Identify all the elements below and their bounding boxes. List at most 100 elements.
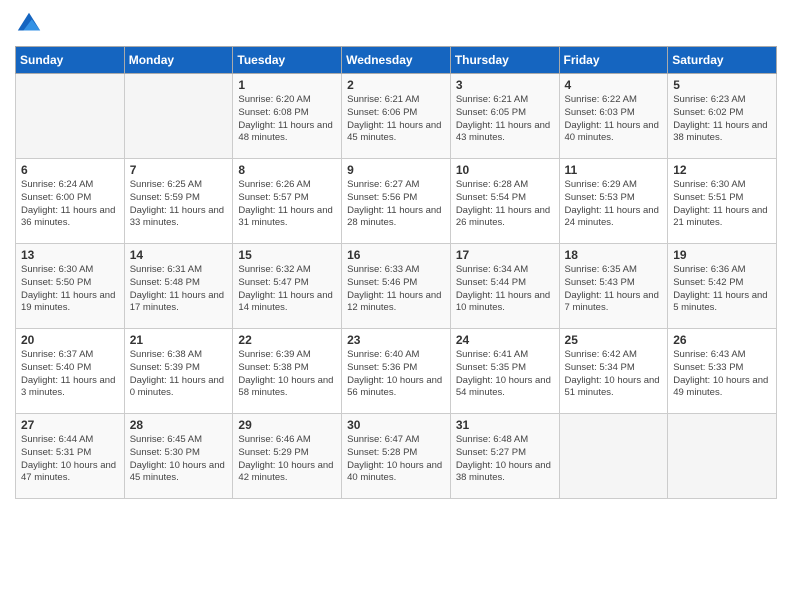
day-info: Sunrise: 6:22 AM Sunset: 6:03 PM Dayligh… [565,94,663,145]
day-number: 30 [347,418,445,432]
day-info: Sunrise: 6:28 AM Sunset: 5:54 PM Dayligh… [456,179,554,230]
day-info: Sunrise: 6:24 AM Sunset: 6:00 PM Dayligh… [21,179,119,230]
day-number: 17 [456,248,554,262]
day-info: Sunrise: 6:39 AM Sunset: 5:38 PM Dayligh… [238,349,336,400]
day-number: 12 [673,163,771,177]
calendar-body: 1 Sunrise: 6:20 AM Sunset: 6:08 PM Daylig… [16,74,777,499]
day-number: 24 [456,333,554,347]
calendar-cell: 10 Sunrise: 6:28 AM Sunset: 5:54 PM Dayli… [450,159,559,244]
calendar-table: SundayMondayTuesdayWednesdayThursdayFrid… [15,46,777,499]
day-number: 5 [673,78,771,92]
calendar-cell: 19 Sunrise: 6:36 AM Sunset: 5:42 PM Dayli… [668,244,777,329]
logo-icon [15,10,43,38]
day-info: Sunrise: 6:38 AM Sunset: 5:39 PM Dayligh… [130,349,228,400]
day-number: 11 [565,163,663,177]
calendar-cell: 18 Sunrise: 6:35 AM Sunset: 5:43 PM Dayli… [559,244,668,329]
calendar-cell: 20 Sunrise: 6:37 AM Sunset: 5:40 PM Dayli… [16,329,125,414]
calendar-cell [559,414,668,499]
day-info: Sunrise: 6:41 AM Sunset: 5:35 PM Dayligh… [456,349,554,400]
day-info: Sunrise: 6:37 AM Sunset: 5:40 PM Dayligh… [21,349,119,400]
day-info: Sunrise: 6:42 AM Sunset: 5:34 PM Dayligh… [565,349,663,400]
day-number: 19 [673,248,771,262]
day-info: Sunrise: 6:27 AM Sunset: 5:56 PM Dayligh… [347,179,445,230]
day-info: Sunrise: 6:23 AM Sunset: 6:02 PM Dayligh… [673,94,771,145]
day-number: 18 [565,248,663,262]
col-header-saturday: Saturday [668,47,777,74]
day-number: 13 [21,248,119,262]
calendar-cell: 13 Sunrise: 6:30 AM Sunset: 5:50 PM Dayli… [16,244,125,329]
day-info: Sunrise: 6:21 AM Sunset: 6:05 PM Dayligh… [456,94,554,145]
calendar-cell: 23 Sunrise: 6:40 AM Sunset: 5:36 PM Dayli… [342,329,451,414]
day-number: 31 [456,418,554,432]
calendar-cell: 21Sunrise: 6:38 AM Sunset: 5:39 PM Dayli… [124,329,233,414]
calendar-cell [124,74,233,159]
day-info: Sunrise: 6:20 AM Sunset: 6:08 PM Dayligh… [238,94,336,145]
col-header-sunday: Sunday [16,47,125,74]
calendar-cell: 30 Sunrise: 6:47 AM Sunset: 5:28 PM Dayli… [342,414,451,499]
calendar-cell: 2Sunrise: 6:21 AM Sunset: 6:06 PM Daylig… [342,74,451,159]
calendar-cell: 9 Sunrise: 6:27 AM Sunset: 5:56 PM Daylig… [342,159,451,244]
calendar-cell: 11 Sunrise: 6:29 AM Sunset: 5:53 PM Dayli… [559,159,668,244]
day-info: Sunrise: 6:47 AM Sunset: 5:28 PM Dayligh… [347,434,445,485]
calendar-cell: 26 Sunrise: 6:43 AM Sunset: 5:33 PM Dayli… [668,329,777,414]
calendar-cell: 15 Sunrise: 6:32 AM Sunset: 5:47 PM Dayli… [233,244,342,329]
day-number: 3 [456,78,554,92]
day-info: Sunrise: 6:25 AM Sunset: 5:59 PM Dayligh… [130,179,228,230]
day-number: 22 [238,333,336,347]
calendar-cell: 7Sunrise: 6:25 AM Sunset: 5:59 PM Daylig… [124,159,233,244]
col-header-wednesday: Wednesday [342,47,451,74]
day-info: Sunrise: 6:43 AM Sunset: 5:33 PM Dayligh… [673,349,771,400]
calendar-cell: 16Sunrise: 6:33 AM Sunset: 5:46 PM Dayli… [342,244,451,329]
calendar-cell: 5 Sunrise: 6:23 AM Sunset: 6:02 PM Daylig… [668,74,777,159]
calendar-cell: 28Sunrise: 6:45 AM Sunset: 5:30 PM Dayli… [124,414,233,499]
calendar-cell: 1 Sunrise: 6:20 AM Sunset: 6:08 PM Daylig… [233,74,342,159]
calendar-cell [668,414,777,499]
day-info: Sunrise: 6:30 AM Sunset: 5:50 PM Dayligh… [21,264,119,315]
day-number: 4 [565,78,663,92]
col-header-tuesday: Tuesday [233,47,342,74]
calendar-cell: 27Sunrise: 6:44 AM Sunset: 5:31 PM Dayli… [16,414,125,499]
day-number: 26 [673,333,771,347]
calendar-cell: 31 Sunrise: 6:48 AM Sunset: 5:27 PM Dayli… [450,414,559,499]
day-info: Sunrise: 6:21 AM Sunset: 6:06 PM Dayligh… [347,94,445,145]
calendar-header: SundayMondayTuesdayWednesdayThursdayFrid… [16,47,777,74]
day-number: 14 [130,248,228,262]
day-number: 20 [21,333,119,347]
week-row-1: 1 Sunrise: 6:20 AM Sunset: 6:08 PM Daylig… [16,74,777,159]
day-number: 25 [565,333,663,347]
week-row-5: 27Sunrise: 6:44 AM Sunset: 5:31 PM Dayli… [16,414,777,499]
calendar-cell: 17 Sunrise: 6:34 AM Sunset: 5:44 PM Dayli… [450,244,559,329]
day-info: Sunrise: 6:29 AM Sunset: 5:53 PM Dayligh… [565,179,663,230]
calendar-cell: 29 Sunrise: 6:46 AM Sunset: 5:29 PM Dayli… [233,414,342,499]
week-row-3: 13 Sunrise: 6:30 AM Sunset: 5:50 PM Dayli… [16,244,777,329]
week-row-4: 20 Sunrise: 6:37 AM Sunset: 5:40 PM Dayli… [16,329,777,414]
day-info: Sunrise: 6:26 AM Sunset: 5:57 PM Dayligh… [238,179,336,230]
logo [15,10,47,38]
day-info: Sunrise: 6:35 AM Sunset: 5:43 PM Dayligh… [565,264,663,315]
day-info: Sunrise: 6:32 AM Sunset: 5:47 PM Dayligh… [238,264,336,315]
calendar-cell: 24 Sunrise: 6:41 AM Sunset: 5:35 PM Dayli… [450,329,559,414]
calendar-cell: 6Sunrise: 6:24 AM Sunset: 6:00 PM Daylig… [16,159,125,244]
day-info: Sunrise: 6:40 AM Sunset: 5:36 PM Dayligh… [347,349,445,400]
day-number: 15 [238,248,336,262]
calendar-cell: 22 Sunrise: 6:39 AM Sunset: 5:38 PM Dayli… [233,329,342,414]
day-number: 9 [347,163,445,177]
day-info: Sunrise: 6:48 AM Sunset: 5:27 PM Dayligh… [456,434,554,485]
day-info: Sunrise: 6:36 AM Sunset: 5:42 PM Dayligh… [673,264,771,315]
calendar-cell: 4 Sunrise: 6:22 AM Sunset: 6:03 PM Daylig… [559,74,668,159]
header-row: SundayMondayTuesdayWednesdayThursdayFrid… [16,47,777,74]
day-info: Sunrise: 6:46 AM Sunset: 5:29 PM Dayligh… [238,434,336,485]
day-number: 10 [456,163,554,177]
col-header-monday: Monday [124,47,233,74]
calendar-cell [16,74,125,159]
col-header-friday: Friday [559,47,668,74]
day-number: 8 [238,163,336,177]
day-number: 23 [347,333,445,347]
day-info: Sunrise: 6:45 AM Sunset: 5:30 PM Dayligh… [130,434,228,485]
day-number: 29 [238,418,336,432]
day-number: 1 [238,78,336,92]
day-info: Sunrise: 6:34 AM Sunset: 5:44 PM Dayligh… [456,264,554,315]
calendar-cell: 8 Sunrise: 6:26 AM Sunset: 5:57 PM Daylig… [233,159,342,244]
day-info: Sunrise: 6:31 AM Sunset: 5:48 PM Dayligh… [130,264,228,315]
day-info: Sunrise: 6:33 AM Sunset: 5:46 PM Dayligh… [347,264,445,315]
